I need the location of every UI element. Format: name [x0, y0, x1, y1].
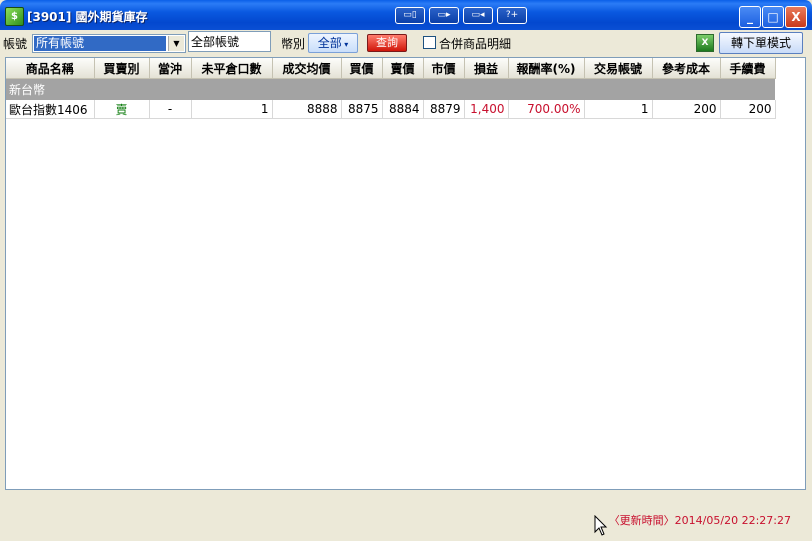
- currency-button-label: 全部: [317, 36, 342, 50]
- screen-icon[interactable]: ▭◂: [463, 7, 493, 24]
- cell-pnl: 1,400: [464, 100, 509, 119]
- column-header[interactable]: 損益: [464, 58, 509, 79]
- dropdown-arrow-icon: ▾: [341, 40, 349, 49]
- chevron-down-icon[interactable]: ▼: [168, 36, 184, 51]
- close-button[interactable]: X: [785, 6, 807, 28]
- app-icon[interactable]: $: [5, 7, 24, 26]
- cell-fee: 200: [720, 100, 776, 119]
- header-row: 商品名稱 買賣別 當沖 未平倉口數 成交均價 買價 賣價 市價 損益 報酬率(%…: [6, 58, 776, 79]
- column-header[interactable]: 當沖: [149, 58, 192, 79]
- column-header[interactable]: 未平倉口數: [191, 58, 273, 79]
- excel-icon[interactable]: X: [696, 34, 714, 52]
- update-time-status: 〈更新時間〉2014/05/20 22:27:27: [608, 514, 791, 527]
- order-mode-button[interactable]: 轉下單模式: [719, 32, 803, 54]
- column-header[interactable]: 交易帳號: [584, 58, 653, 79]
- account-text-field[interactable]: 全部帳號: [188, 31, 271, 52]
- window-icon[interactable]: ▭▸: [429, 7, 459, 24]
- maximize-button[interactable]: □: [762, 6, 784, 28]
- mouse-cursor-icon: [594, 515, 608, 536]
- layout-icon[interactable]: ▭▯: [395, 7, 425, 24]
- group-label: 新台幣: [6, 78, 775, 100]
- column-header[interactable]: 市價: [423, 58, 465, 79]
- column-header[interactable]: 買價: [341, 58, 383, 79]
- help-icon[interactable]: ?+: [497, 7, 527, 24]
- column-header[interactable]: 賣價: [382, 58, 424, 79]
- column-header[interactable]: 報酬率(%): [508, 58, 585, 79]
- column-header[interactable]: 手續費: [720, 58, 776, 79]
- group-row[interactable]: 新台幣: [6, 78, 775, 100]
- cell-product: 歐台指數1406: [6, 100, 95, 119]
- table-row[interactable]: 歐台指數1406 賣 - 1 8888 8875 8884 8879 1,400…: [6, 100, 776, 119]
- cell-market: 8879: [423, 100, 465, 119]
- cell-ref-cost: 200: [652, 100, 721, 119]
- toolbar: 帳號 所有帳號 ▼ 全部帳號 幣別 全部 ▾ 查詢 合併商品明細 X 轉下單模式: [0, 30, 812, 57]
- merge-checkbox[interactable]: [423, 36, 436, 49]
- cell-return-pct: 700.00%: [508, 100, 585, 119]
- query-button[interactable]: 查詢: [367, 34, 407, 52]
- cell-bid: 8875: [341, 100, 383, 119]
- cell-side: 賣: [94, 100, 150, 119]
- merge-checkbox-label: 合併商品明細: [439, 37, 512, 51]
- column-header[interactable]: 參考成本: [652, 58, 721, 79]
- column-header[interactable]: 買賣別: [94, 58, 150, 79]
- cell-ask: 8884: [382, 100, 424, 119]
- cell-day-trade: -: [149, 100, 192, 119]
- account-select-value: 所有帳號: [34, 36, 166, 51]
- currency-dropdown-button[interactable]: 全部 ▾: [308, 33, 358, 53]
- column-header[interactable]: 成交均價: [272, 58, 342, 79]
- cell-open-qty: 1: [191, 100, 273, 119]
- window-title: [3901] 國外期貨庫存: [27, 10, 148, 24]
- account-select[interactable]: 所有帳號 ▼: [32, 34, 186, 53]
- account-label: 帳號: [3, 37, 28, 51]
- column-header[interactable]: 商品名稱: [6, 58, 95, 79]
- inventory-grid[interactable]: 商品名稱 買賣別 當沖 未平倉口數 成交均價 買價 賣價 市價 損益 報酬率(%…: [5, 57, 806, 490]
- currency-label: 幣別: [281, 37, 306, 51]
- cell-avg-price: 8888: [272, 100, 342, 119]
- inventory-table: 商品名稱 買賣別 當沖 未平倉口數 成交均價 買價 賣價 市價 損益 報酬率(%…: [6, 58, 776, 119]
- title-bar: $ [3901] 國外期貨庫存 ▭▯ ▭▸ ▭◂ ?+ _ □ X: [0, 0, 812, 30]
- minimize-button[interactable]: _: [739, 6, 761, 28]
- cell-account: 1: [584, 100, 653, 119]
